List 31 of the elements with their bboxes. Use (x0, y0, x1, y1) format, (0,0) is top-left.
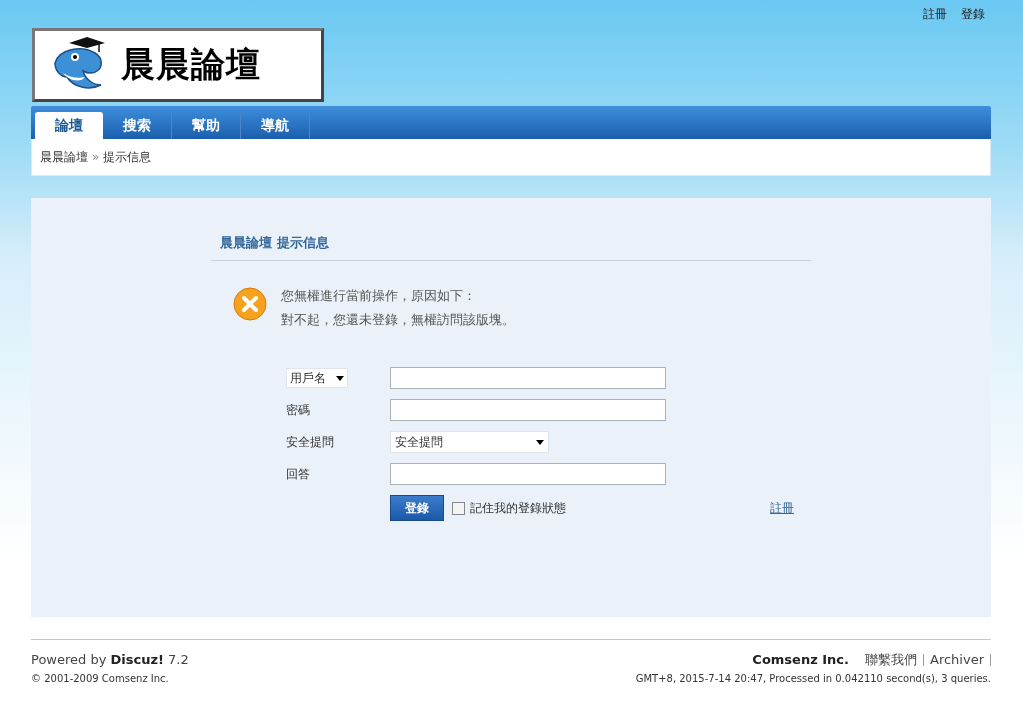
footer-link[interactable]: Archiver (924, 653, 991, 666)
top-link[interactable]: 註冊 (923, 6, 947, 22)
nav-tab[interactable]: 論壇 (35, 112, 103, 139)
error-icon (233, 287, 267, 321)
footer-link[interactable]: Comsenz Inc. (746, 653, 859, 666)
input-field[interactable] (390, 367, 666, 389)
caret-icon (536, 439, 544, 445)
field-label: 密碼 (286, 401, 311, 419)
input-field[interactable] (390, 399, 666, 421)
breadcrumb-separator: » (92, 150, 100, 164)
notice-title: 晨晨論壇 提示信息 (211, 234, 811, 261)
remember-checkbox[interactable]: 記住我的登錄狀態 (452, 499, 566, 517)
username-dropdown[interactable]: 用戶名 (286, 368, 348, 388)
copyright-text: © 2001-2009 Comsenz Inc. (31, 673, 170, 684)
question-dropdown[interactable]: 安全提問 (390, 431, 549, 453)
caret-icon (336, 375, 344, 381)
stats-text: GMT+8, 2015-7-14 20:47, Processed in 0.042110 second(s), 3 queries. (635, 673, 991, 684)
notice-text: 您無權進行當前操作，原因如下： (281, 287, 477, 305)
footer-link[interactable]: 聯繫我們 (859, 653, 924, 666)
field-label: 回答 (286, 465, 311, 483)
top-link[interactable]: 登錄 (961, 6, 985, 22)
register-link[interactable]: 註冊 (770, 499, 794, 517)
login-button[interactable]: 登錄 (390, 495, 444, 521)
notice-text: 對不起，您還未登錄，無權訪問該版塊。 (281, 311, 515, 329)
breadcrumb-link[interactable]: 晨晨論壇 (40, 148, 88, 166)
field-label: 安全提問 (286, 433, 335, 451)
breadcrumb-current: 提示信息 (103, 148, 152, 166)
logo-title: 晨晨論壇 (121, 43, 261, 86)
logo[interactable]: 晨晨論壇 (32, 28, 324, 102)
powered-by-text: Powered by Discuz! 7.2 (31, 652, 190, 667)
input-field[interactable] (390, 463, 666, 485)
